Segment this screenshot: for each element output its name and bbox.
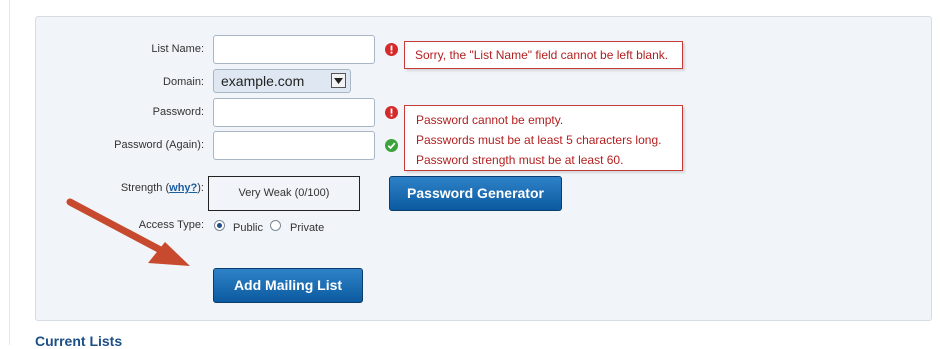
- error-icon: [385, 43, 398, 56]
- add-mailing-list-button[interactable]: Add Mailing List: [213, 268, 363, 303]
- list-name-label: List Name:: [151, 43, 204, 55]
- annotation-arrow-icon: [66, 198, 190, 266]
- password-error-3: Password strength must be at least 60.: [416, 153, 624, 167]
- password-errors: Password cannot be empty. Passwords must…: [404, 105, 683, 171]
- access-private-label: Private: [290, 222, 325, 234]
- list-name-input[interactable]: [213, 35, 375, 64]
- password-input[interactable]: [213, 98, 375, 127]
- password-error-2: Passwords must be at least 5 characters …: [416, 133, 662, 147]
- password-error-1: Password cannot be empty.: [416, 113, 564, 127]
- access-public-radio[interactable]: [214, 220, 225, 231]
- error-icon: [385, 106, 398, 119]
- password-generator-button[interactable]: Password Generator: [389, 176, 562, 211]
- password-again-input[interactable]: [213, 131, 375, 160]
- strength-label-suffix: ):: [197, 182, 204, 194]
- check-icon: [385, 139, 398, 152]
- current-lists-heading: Current Lists: [35, 333, 123, 349]
- password-again-label: Password (Again):: [114, 139, 204, 151]
- access-public-label: Public: [233, 222, 263, 234]
- list-name-error: Sorry, the "List Name" field cannot be l…: [404, 41, 683, 69]
- left-divider: [9, 0, 10, 345]
- domain-label: Domain:: [163, 76, 204, 88]
- domain-select[interactable]: example.com: [213, 69, 351, 93]
- access-private-radio[interactable]: [270, 220, 281, 231]
- password-label: Password:: [152, 106, 204, 118]
- chevron-down-icon[interactable]: [331, 73, 346, 88]
- strength-meter: Very Weak (0/100): [208, 176, 360, 211]
- domain-select-value: example.com: [221, 73, 305, 89]
- panel-top-strip: [35, 0, 932, 14]
- list-name-error-text: Sorry, the "List Name" field cannot be l…: [415, 48, 669, 62]
